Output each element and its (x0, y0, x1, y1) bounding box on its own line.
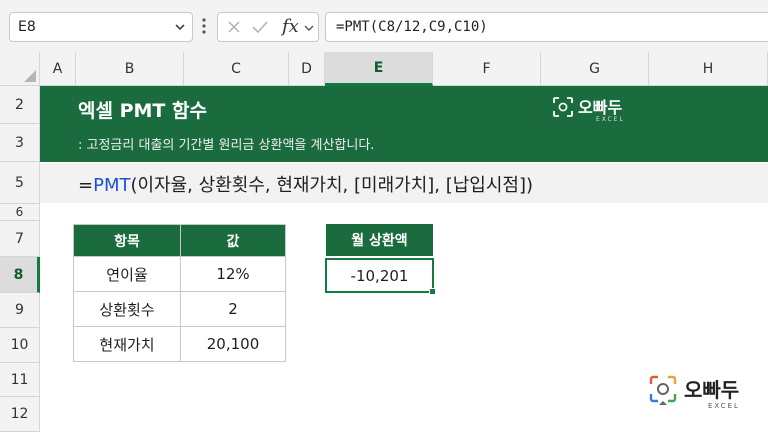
insert-function-icon[interactable]: fx (282, 16, 299, 37)
syntax-row: =PMT(이자율, 상환횟수, 현재가치, [미래가치], [납입시점]) (40, 163, 768, 203)
row-header-8[interactable]: 8 (0, 257, 40, 293)
table-row: 현재가치 20,100 (73, 326, 286, 362)
table-row: 연이율 12% (73, 256, 286, 292)
sheet-title: 엑셀 PMT 함수 (78, 100, 207, 122)
column-header-bar: A B C D E F G H (40, 52, 768, 86)
logo-text: 오빠두 (578, 98, 623, 117)
table-cell-label[interactable]: 현재가치 (73, 326, 181, 362)
cancel-icon[interactable] (227, 20, 241, 34)
function-syntax: =PMT(이자율, 상환횟수, 현재가치, [미래가치], [납입시점]) (78, 171, 533, 197)
logo-frame-icon (649, 375, 677, 405)
syntax-arguments: (이자율, 상환횟수, 현재가치, [미래가치], [납입시점]) (130, 175, 534, 196)
logo-frame-icon (553, 97, 573, 117)
syntax-prefix: = (78, 175, 94, 196)
result-header: 월 상환액 (326, 224, 433, 256)
name-box-value: E8 (18, 19, 36, 35)
table-cell-value[interactable]: 2 (180, 291, 286, 327)
watermark-text: 오빠두 (684, 378, 740, 402)
fill-handle[interactable] (429, 288, 436, 295)
logo-subtext: EXCEL (596, 116, 625, 123)
chevron-down-icon[interactable] (174, 21, 186, 33)
select-all-triangle-icon (24, 70, 36, 82)
formula-controls: fx (217, 12, 319, 42)
column-header-a[interactable]: A (40, 52, 76, 86)
watermark-subtext: EXCEL (708, 402, 740, 410)
table-header-item: 항목 (73, 224, 181, 257)
column-header-f[interactable]: F (433, 52, 541, 86)
sheet-subtitle: : 고정금리 대출의 기간별 원리금 상환액을 계산합니다. (78, 138, 375, 153)
select-all-corner[interactable] (0, 52, 40, 86)
row-header-3[interactable]: 3 (0, 124, 40, 162)
watermark-logo: 오빠두 EXCEL (648, 372, 758, 418)
table-header-value: 값 (180, 224, 286, 257)
name-box[interactable]: E8 (9, 12, 193, 42)
more-options-icon[interactable] (201, 14, 207, 38)
title-banner: 엑셀 PMT 함수 : 고정금리 대출의 기간별 원리금 상환액을 계산합니다.… (40, 86, 768, 162)
column-header-b[interactable]: B (76, 52, 184, 86)
row-header-10[interactable]: 10 (0, 328, 40, 363)
column-header-h[interactable]: H (649, 52, 768, 86)
formula-bar: E8 fx =PMT(C8/12,C9,C10) (0, 0, 768, 52)
table-row: 상환횟수 2 (73, 291, 286, 327)
row-header-7[interactable]: 7 (0, 221, 40, 257)
formula-text: =PMT(C8/12,C9,C10) (336, 19, 488, 35)
chevron-down-icon[interactable] (304, 23, 314, 33)
syntax-function-name: PMT (93, 175, 131, 196)
row-header-9[interactable]: 9 (0, 293, 40, 328)
column-header-g[interactable]: G (541, 52, 649, 86)
column-header-c[interactable]: C (184, 52, 289, 86)
brand-logo: 오빠두 EXCEL (552, 94, 642, 128)
row-header-12[interactable]: 12 (0, 397, 40, 432)
table-cell-value[interactable]: 12% (180, 256, 286, 292)
row-header-5[interactable]: 5 (0, 162, 40, 204)
table-cell-label[interactable]: 연이율 (73, 256, 181, 292)
input-table: 항목 값 연이율 12% 상환횟수 2 현재가치 20,100 (73, 224, 286, 362)
row-header-11[interactable]: 11 (0, 363, 40, 397)
formula-input[interactable]: =PMT(C8/12,C9,C10) (325, 12, 768, 42)
enter-check-icon[interactable] (252, 20, 268, 34)
table-cell-label[interactable]: 상환횟수 (73, 291, 181, 327)
table-header-row: 항목 값 (73, 224, 286, 257)
result-cell-selected[interactable]: -10,201 (325, 258, 434, 293)
row-header-6[interactable]: 6 (0, 204, 40, 221)
row-header-2[interactable]: 2 (0, 86, 40, 124)
column-header-d[interactable]: D (289, 52, 325, 86)
column-header-e[interactable]: E (325, 52, 433, 86)
table-cell-value[interactable]: 20,100 (180, 326, 286, 362)
